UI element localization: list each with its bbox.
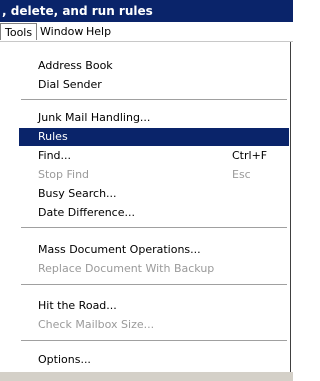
- menu-item-dial-sender[interactable]: Dial Sender: [19, 76, 289, 94]
- find-shortcut: Ctrl+F: [232, 149, 268, 162]
- menu-window[interactable]: Window: [36, 23, 87, 40]
- menu-item-hit-the-road[interactable]: Hit the Road...: [19, 297, 289, 315]
- menu-tools[interactable]: Tools: [0, 23, 38, 40]
- menu-item-junk-mail-handling[interactable]: Junk Mail Handling...: [19, 109, 289, 127]
- menu-item-busy-search[interactable]: Busy Search...: [19, 185, 289, 203]
- menu-item-address-book[interactable]: Address Book: [19, 57, 289, 75]
- menu-item-check-mailbox-size: Check Mailbox Size...: [38, 318, 155, 331]
- menu-item-find[interactable]: Find... Ctrl+F: [19, 147, 289, 165]
- menu-bar: Tools Window Help: [0, 22, 293, 42]
- window-title: , delete, and run rules: [0, 0, 293, 22]
- background-window-strip: [0, 372, 293, 381]
- menu-item-stop-find-label: Stop Find: [38, 168, 90, 181]
- menu-item-mass-document-operations[interactable]: Mass Document Operations...: [19, 241, 289, 259]
- menu-item-options[interactable]: Options...: [19, 351, 289, 369]
- menu-help[interactable]: Help: [82, 23, 115, 40]
- menu-item-date-difference[interactable]: Date Difference...: [19, 204, 289, 222]
- menu-item-find-label: Find...: [38, 149, 72, 162]
- menu-item-rules[interactable]: Rules: [19, 128, 289, 146]
- menu-separator: [21, 99, 287, 100]
- stop-find-shortcut: Esc: [232, 168, 251, 181]
- menu-item-stop-find: Stop Find Esc: [19, 166, 289, 184]
- menu-separator: [21, 227, 287, 228]
- menu-item-replace-document-with-backup: Replace Document With Backup: [38, 262, 215, 275]
- menu-separator: [21, 284, 287, 285]
- menu-separator: [21, 340, 287, 341]
- tools-dropdown-menu: Address Book Dial Sender Junk Mail Handl…: [0, 42, 291, 372]
